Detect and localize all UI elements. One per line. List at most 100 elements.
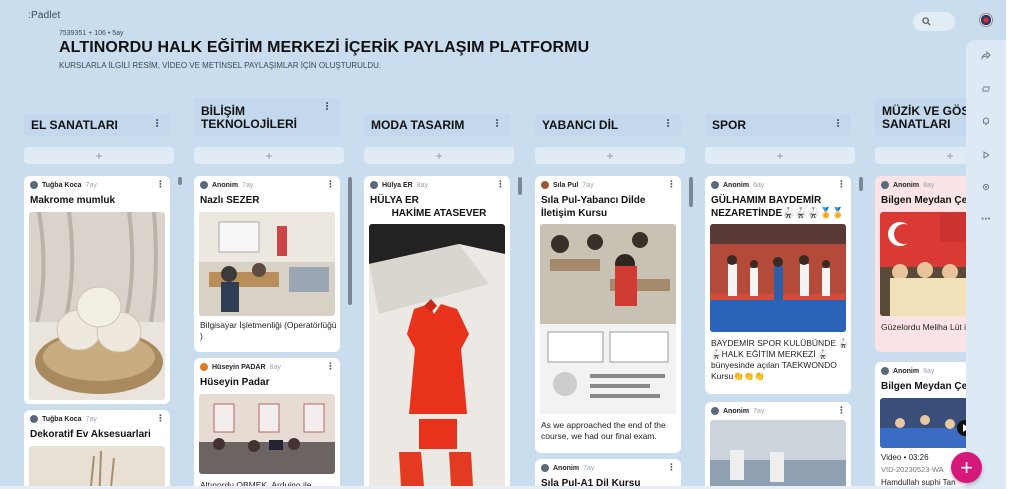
author-avatar [200, 181, 208, 189]
add-post-button[interactable]: + [535, 147, 685, 164]
post-author: Tuğba Koca 7ay [30, 415, 97, 423]
post-card[interactable]: Tuğba Koca 7ay ⋮ Makrome mumluk [24, 176, 170, 404]
post-card[interactable]: Tuğba Koca 7ay ⋮ Dekoratif Ev Aksesuarla… [24, 410, 170, 489]
column-title: BİLİŞİM TEKNOLOJİLERİ [201, 104, 298, 131]
author-avatar [370, 181, 378, 189]
post-body: As we approached the end of the course, … [541, 420, 666, 441]
post-card[interactable]: Anonim 6ay ⋮ GÜLHAMIM BAYDEMİR NEZARETİN… [705, 176, 851, 394]
post-author: Anonim 8ay [881, 181, 934, 189]
post-image-red-dress[interactable] [369, 224, 505, 489]
add-post-button[interactable]: + [24, 147, 174, 164]
post-menu-icon[interactable]: ⋮ [326, 361, 335, 372]
user-avatar[interactable] [979, 13, 993, 27]
share-button[interactable] [977, 46, 995, 64]
notifications-button[interactable] [977, 112, 995, 130]
post-menu-icon[interactable]: ⋮ [837, 179, 846, 190]
post-author: Anonim 7ay [541, 464, 594, 472]
padlet-board: :Padlet 7539351 + 106 • 5ay ALTINORDU HA… [0, 0, 1032, 489]
column-header[interactable]: MÜZİK VE GÖS SANATLARI [875, 98, 966, 136]
post-card[interactable]: Anonim 7ay ⋮ Nazlı SEZER Bilgisayar İşle… [194, 176, 340, 352]
post-author: Anonim 7ay [200, 181, 253, 189]
add-post-button[interactable]: + [194, 147, 344, 164]
more-icon: ⋯ [981, 213, 991, 225]
search-icon [922, 17, 931, 26]
column-menu-icon[interactable]: ⋮ [663, 118, 673, 129]
post-image-flags[interactable] [880, 212, 966, 316]
gear-icon [982, 183, 990, 191]
column-header[interactable]: SPOR ⋮ [705, 114, 851, 136]
post-image-macrame[interactable] [29, 212, 165, 400]
add-post-button[interactable]: + [875, 147, 966, 164]
post-card[interactable]: Hülya ER 8ay ⋮ HÜLYA ER HAKİME ATASEVER [364, 176, 510, 489]
post-image-taekwondo[interactable] [710, 224, 846, 332]
more-button[interactable]: ⋯ [977, 210, 995, 228]
post-card[interactable]: Hüseyin PADAR 8ay ⋮ Hüseyin Padar Altıno… [194, 358, 340, 489]
post-title: Sıla Pul-Yabancı Dilde İletişim Kursu [541, 195, 646, 219]
post-title: Nazlı SEZER [200, 195, 260, 206]
column-scrollbar[interactable] [518, 177, 522, 195]
post-menu-icon[interactable]: ⋮ [837, 405, 846, 416]
post-image[interactable] [710, 420, 846, 489]
post-author: Hülya ER 8ay [370, 181, 428, 189]
padlet-logo[interactable]: :Padlet [28, 10, 61, 21]
post-menu-icon[interactable]: ⋮ [156, 413, 165, 424]
plus-icon: + [960, 454, 973, 480]
column-menu-icon[interactable]: ⋮ [492, 118, 502, 129]
post-card[interactable]: Anonim 7ay ⋮ Sıla Pul-A1 Dil Kursu [535, 459, 681, 489]
column-scrollbar[interactable] [178, 177, 182, 185]
author-avatar [711, 407, 719, 415]
post-menu-icon[interactable]: ⋮ [667, 462, 676, 473]
post-body: BAYDEMİR SPOR KULÜBÜNDE 🥋 🥋HALK EĞİTİM M… [711, 338, 849, 381]
post-body: Güzelordu Meliha Lüt ilk okulu [881, 322, 966, 332]
post-title-line2: HAKİME ATASEVER [391, 208, 487, 219]
add-post-button[interactable]: + [364, 147, 514, 164]
post-card[interactable]: Sıla Pul 7ay ⋮ Sıla Pul-Yabancı Dilde İl… [535, 176, 681, 453]
post-author: Anonim 7ay [711, 407, 764, 415]
column-header[interactable]: BİLİŞİM TEKNOLOJİLERİ ⋮ [194, 98, 340, 136]
author-avatar [881, 181, 889, 189]
post-menu-icon[interactable]: ⋮ [496, 179, 505, 190]
author-avatar [30, 181, 38, 189]
post-image-computer-lab[interactable] [199, 394, 335, 474]
post-menu-icon[interactable]: ⋮ [667, 179, 676, 190]
column-scrollbar[interactable] [859, 177, 863, 191]
author-avatar [711, 181, 719, 189]
post-video-thumbnail[interactable] [880, 398, 966, 448]
post-menu-icon[interactable]: ⋮ [326, 179, 335, 190]
plus-icon: + [95, 148, 103, 163]
settings-button[interactable] [977, 178, 995, 196]
column-menu-icon[interactable]: ⋮ [322, 101, 332, 112]
author-avatar [881, 367, 889, 375]
post-author: Tuğba Koca 7ay [30, 181, 97, 189]
slideshow-button[interactable] [977, 146, 995, 164]
post-menu-icon[interactable]: ⋮ [156, 179, 165, 190]
add-post-button[interactable]: + [705, 147, 855, 164]
remake-button[interactable] [977, 80, 995, 98]
window-edge [1006, 0, 1032, 489]
column-header[interactable]: EL SANATLARI ⋮ [24, 114, 170, 136]
bell-icon [983, 117, 989, 125]
post-author: Anonim 8ay [881, 367, 934, 375]
right-action-rail [966, 40, 1006, 489]
post-card[interactable]: Anonim 8ay Bilgen Meydan Çe Güzelordu Me… [875, 176, 966, 352]
column-header[interactable]: YABANCI DİL ⋮ [535, 114, 681, 136]
plus-icon: + [606, 148, 614, 163]
column-menu-icon[interactable]: ⋮ [833, 118, 843, 129]
column-menu-icon[interactable]: ⋮ [152, 118, 162, 129]
author-avatar [200, 363, 208, 371]
author-avatar [30, 415, 38, 423]
search-button[interactable] [913, 12, 955, 31]
column-scrollbar[interactable] [689, 177, 693, 207]
plus-icon: + [946, 148, 954, 163]
post-image-exam[interactable] [540, 224, 676, 414]
post-title: Makrome mumluk [30, 195, 116, 206]
post-author: Anonim 6ay [711, 181, 764, 189]
column-scrollbar[interactable] [348, 177, 352, 305]
post-image[interactable] [29, 446, 165, 489]
column-header[interactable]: MODA TASARIM ⋮ [364, 114, 510, 136]
add-post-fab[interactable]: + [951, 452, 982, 483]
post-title: Hüseyin Padar [200, 377, 270, 388]
post-image-classroom[interactable] [199, 212, 335, 316]
post-title: Dekoratif Ev Aksesuarlari [30, 429, 151, 440]
post-card[interactable]: Anonim 7ay ⋮ [705, 402, 851, 489]
